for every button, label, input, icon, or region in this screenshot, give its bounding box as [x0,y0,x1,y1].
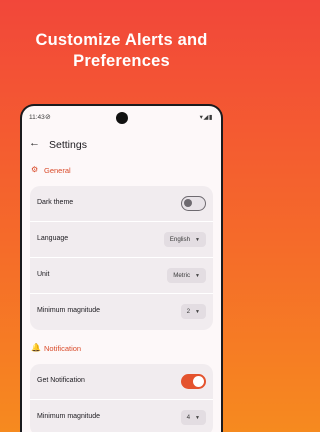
section-header-notification: 🔔 Notification [22,340,221,358]
get-notification-toggle[interactable] [181,374,206,389]
phone-frame: 11:43 ⊘ ▾◢▮ ← Settings ⚙ General Dark th… [20,104,223,432]
toggle-knob [193,376,204,387]
section-title-notification: Notification [44,344,82,353]
hero-title: Customize Alerts and Preferences [0,30,243,72]
setting-label: Dark theme [37,199,74,206]
setting-label: Get Notification [37,377,85,384]
dropdown-value: English [169,236,191,243]
gear-icon: ⚙ [31,165,39,174]
caret-down-icon: ▼ [195,272,200,279]
back-arrow-icon[interactable]: ← [29,137,40,149]
setting-row-get-notification[interactable]: Get Notification [30,364,213,400]
minimum-magnitude-dropdown[interactable]: 2 ▼ [180,304,206,319]
setting-row-unit[interactable]: Unit Metric ▼ [30,258,213,294]
dropdown-value: 2 [186,308,191,315]
setting-row-minimum-magnitude[interactable]: Minimum magnitude 2 ▼ [30,294,213,330]
section-title-general: General [44,166,71,175]
app-bar: ← Settings [22,130,221,156]
caret-down-icon: ▼ [195,308,200,315]
setting-row-dark-theme[interactable]: Dark theme [30,186,213,222]
section-header-general: ⚙ General [22,162,221,180]
caret-down-icon: ▼ [195,236,200,243]
dropdown-value: 4 [186,414,191,421]
dropdown-value: Metric [173,272,191,279]
hero-title-line-1: Customize Alerts and [35,31,208,49]
setting-label: Minimum magnitude [37,413,101,420]
page-title: Settings [49,139,87,151]
alarm-off-icon: ⊘ [45,114,51,121]
setting-label: Unit [37,271,50,278]
setting-row-language[interactable]: Language English ▼ [30,222,213,258]
setting-label: Language [37,235,69,242]
unit-dropdown[interactable]: Metric ▼ [167,268,206,283]
toggle-knob [184,199,192,207]
status-time: 11:43 [29,114,45,121]
notification-minimum-magnitude-dropdown[interactable]: 4 ▼ [180,410,206,425]
setting-row-notification-minimum-magnitude[interactable]: Minimum magnitude 4 ▼ [30,400,213,432]
bell-icon: 🔔 [31,343,41,352]
notification-settings-card: Get Notification Minimum magnitude 4 ▼ [30,364,213,432]
language-dropdown[interactable]: English ▼ [163,232,206,247]
hero-title-line-2: Preferences [73,52,170,70]
dark-theme-toggle[interactable] [181,196,206,211]
camera-cutout [116,112,128,124]
caret-down-icon: ▼ [195,414,200,421]
status-bar: 11:43 ⊘ ▾◢▮ [22,106,221,130]
setting-label: Minimum magnitude [37,307,101,314]
status-icons: ▾◢▮ [199,114,213,121]
general-settings-card: Dark theme Language English ▼ Unit Metri… [30,186,213,330]
